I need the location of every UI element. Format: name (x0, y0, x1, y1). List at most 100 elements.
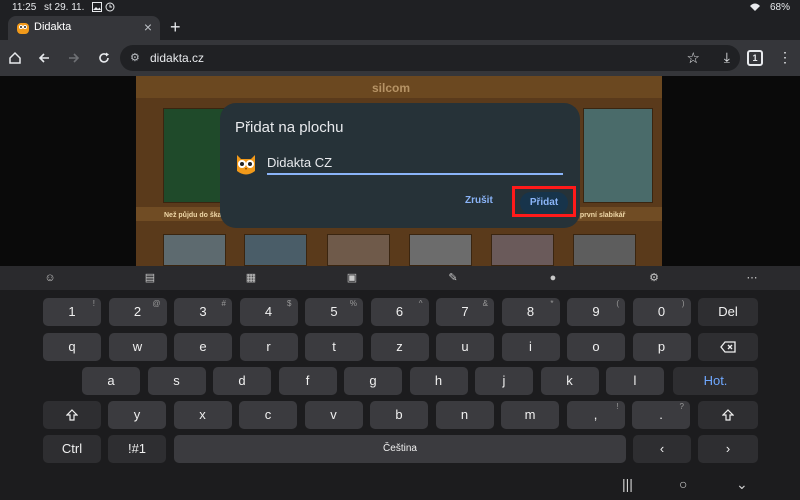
recent-apps-icon[interactable]: ||| (622, 476, 633, 492)
key-n[interactable]: n (435, 401, 494, 429)
key-e[interactable]: e (174, 333, 232, 361)
key-i[interactable]: i (501, 333, 560, 361)
cursor-right-key[interactable]: › (698, 435, 758, 463)
status-bar: 11:25 st 29. 11. 68% (0, 0, 800, 16)
key-2[interactable]: 2 @ (108, 298, 167, 326)
key-6[interactable]: 6 ^ (370, 298, 429, 326)
key-label: x (199, 407, 206, 422)
battery-level: 68% (769, 2, 790, 13)
key-alt-symbol: * (550, 299, 554, 308)
one-handed-keyboard-icon[interactable]: ▦ (243, 270, 259, 286)
key-label: 7 (461, 304, 469, 319)
key-8[interactable]: 8 * (501, 298, 560, 326)
key-g[interactable]: g (344, 367, 402, 395)
tab-didakta[interactable]: Didakta × (8, 16, 160, 40)
key-4[interactable]: 4 $ (239, 298, 298, 326)
book-cover[interactable] (244, 234, 307, 266)
key-x[interactable]: x (173, 401, 232, 429)
key-k[interactable]: k (540, 367, 599, 395)
home-button-icon[interactable]: ○ (679, 476, 687, 492)
back-arrow-icon[interactable] (34, 48, 54, 68)
shift-key-right[interactable] (698, 401, 758, 429)
highlight-box (512, 186, 576, 217)
key-3[interactable]: 3 # (174, 298, 232, 326)
book-cover[interactable] (491, 234, 554, 266)
site-settings-icon[interactable]: ⚙ (130, 51, 140, 64)
backspace-key[interactable] (698, 333, 758, 361)
key-1[interactable]: 1! (43, 298, 101, 326)
close-tab-icon[interactable]: × (144, 19, 152, 35)
clipboard-icon[interactable]: ▤ (142, 270, 158, 286)
key-f[interactable]: f (278, 367, 337, 395)
key-v[interactable]: v (304, 401, 363, 429)
book-cover[interactable] (327, 234, 390, 266)
tab-switcher-button[interactable]: 1 (747, 50, 763, 66)
reload-icon[interactable] (94, 48, 114, 68)
key-a[interactable]: a (82, 367, 140, 395)
home-icon[interactable] (5, 48, 25, 68)
keyboard-toolbar: ☺ ▤ ▦ ▣ ✎ ● ⚙ ⋯ (0, 266, 800, 290)
key-alt-symbol: ( (616, 299, 619, 308)
book-cover[interactable] (163, 234, 226, 266)
forward-arrow-icon[interactable] (64, 48, 84, 68)
key-alt-symbol: ^ (418, 299, 423, 308)
bookmark-star-icon[interactable]: ☆ (687, 49, 700, 67)
download-icon[interactable]: ⤓ (724, 49, 730, 66)
key-u[interactable]: u (436, 333, 494, 361)
key-5[interactable]: 5% (305, 298, 363, 326)
book-cover[interactable] (409, 234, 472, 266)
cancel-button[interactable]: Zrušit (465, 195, 493, 206)
handwriting-icon[interactable]: ✎ (445, 270, 461, 286)
key-j[interactable]: j (475, 367, 533, 395)
symbols-key[interactable]: !#1 (108, 435, 166, 463)
key-q[interactable]: q (43, 333, 101, 361)
cursor-left-key[interactable]: ‹ (633, 435, 691, 463)
key-h[interactable]: h (409, 367, 468, 395)
key-label: d (238, 373, 246, 388)
key-d[interactable]: d (213, 367, 271, 395)
address-bar[interactable]: ⚙ didakta.cz ☆ ⤓ (120, 45, 740, 71)
key-w[interactable]: w (108, 333, 167, 361)
book-cover[interactable] (573, 234, 636, 266)
key-t[interactable]: t (305, 333, 363, 361)
key-c[interactable]: c (239, 401, 297, 429)
shortcut-name-input[interactable] (267, 151, 563, 173)
ctrl-key[interactable]: Ctrl (43, 435, 101, 463)
key-z[interactable]: z (370, 333, 429, 361)
key-period[interactable]: .? (632, 401, 690, 429)
microphone-icon[interactable]: ● (545, 270, 561, 286)
key-s[interactable]: s (147, 367, 206, 395)
enter-key[interactable]: Hot. (673, 367, 758, 395)
emoji-icon[interactable]: ☺ (42, 270, 58, 286)
key-label: m (524, 407, 536, 422)
space-bar[interactable]: Čeština (174, 435, 626, 463)
url-text[interactable]: didakta.cz (150, 51, 204, 65)
key-y[interactable]: y (108, 401, 166, 429)
extract-text-icon[interactable]: ▣ (344, 270, 360, 286)
shortcut-name-field[interactable] (267, 151, 563, 175)
key-m[interactable]: m (501, 401, 559, 429)
key-l[interactable]: l (606, 367, 664, 395)
new-tab-button[interactable]: + (170, 17, 181, 38)
shift-key[interactable] (43, 401, 101, 429)
key-label: 1 (68, 304, 76, 319)
key-b[interactable]: b (370, 401, 428, 429)
key-alt-symbol: & (482, 299, 488, 308)
more-options-icon[interactable]: ⋯ (744, 270, 760, 286)
key-alt-symbol: ! (92, 299, 95, 308)
more-menu-icon[interactable]: ⋮ (778, 49, 792, 66)
key-label: k (566, 373, 573, 388)
key-o[interactable]: o (567, 333, 625, 361)
key-0[interactable]: 0) (632, 298, 691, 326)
key-p[interactable]: p (632, 333, 691, 361)
key-9[interactable]: 9( (567, 298, 625, 326)
book-cover[interactable] (583, 108, 653, 203)
delete-key[interactable]: Del (698, 298, 758, 326)
settings-gear-icon[interactable]: ⚙ (646, 270, 662, 286)
hide-keyboard-icon[interactable]: ⌄ (736, 476, 748, 493)
key-label: w (132, 339, 143, 354)
key-7[interactable]: 7 & (436, 298, 494, 326)
key-label: 6 (395, 304, 404, 319)
key-comma[interactable]: ,! (566, 401, 625, 429)
key-r[interactable]: r (239, 333, 298, 361)
